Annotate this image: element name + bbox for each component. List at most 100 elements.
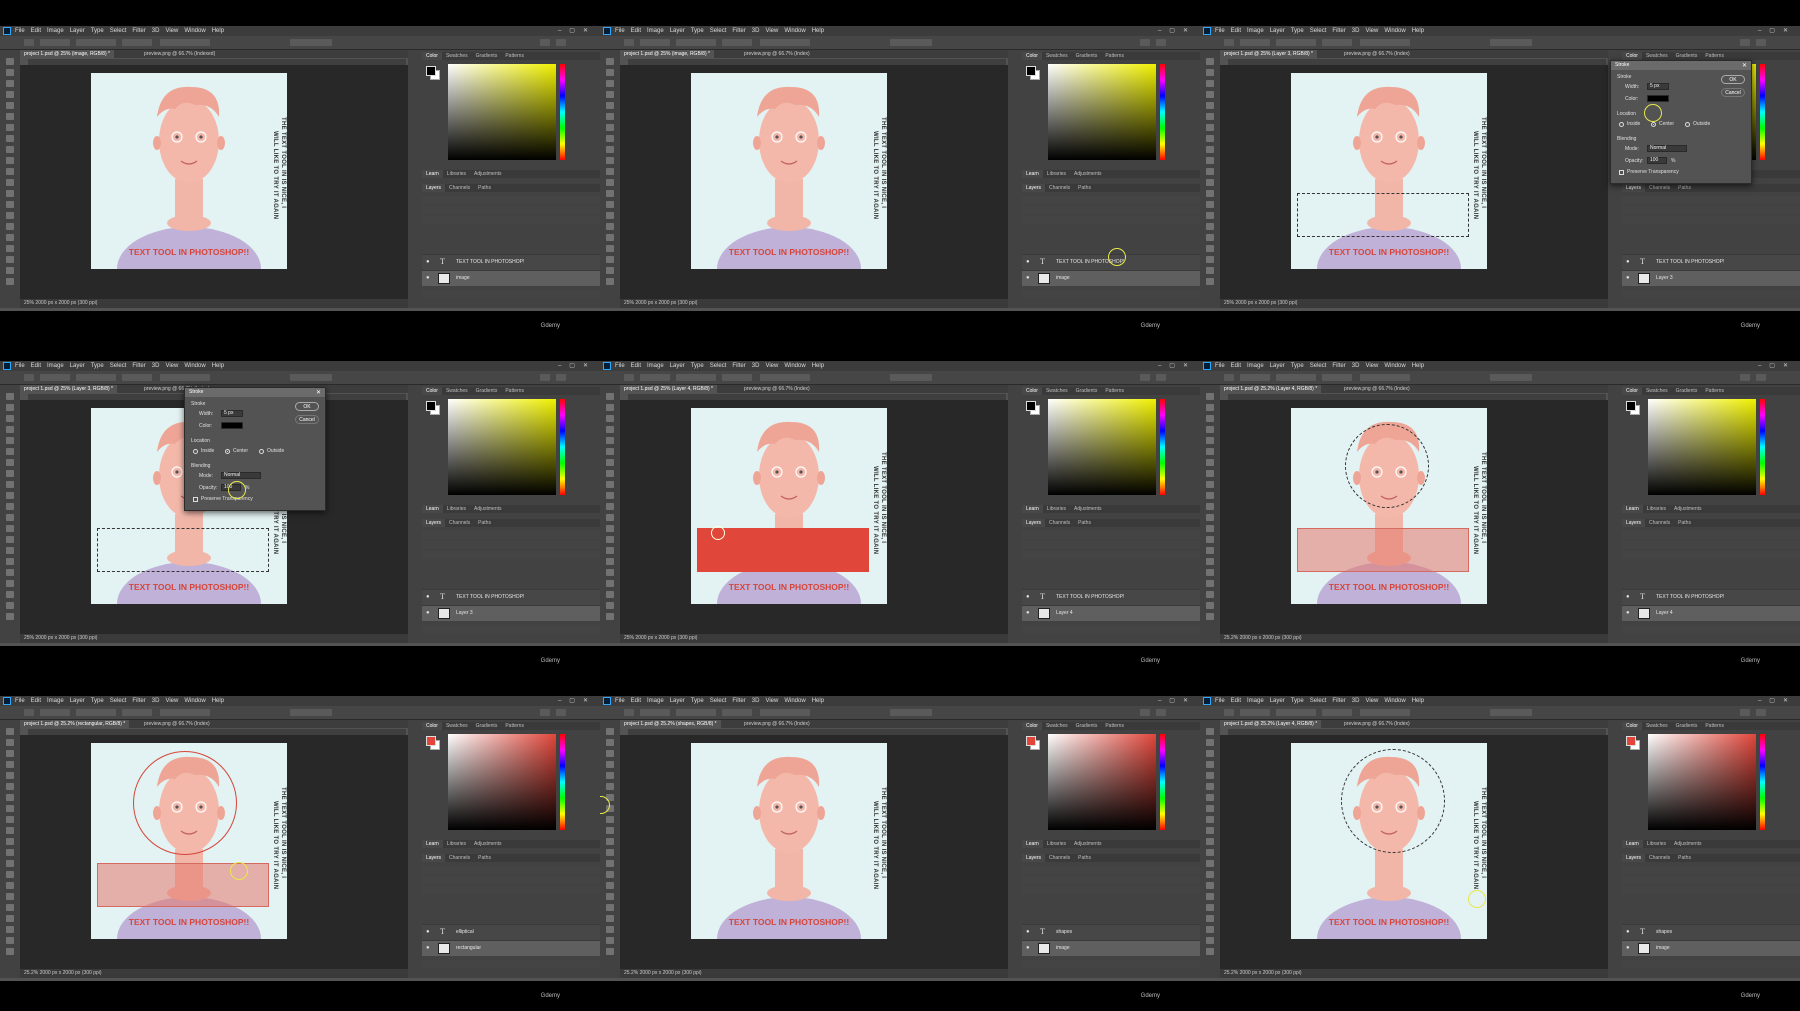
menu-layer[interactable]: Layer: [70, 26, 85, 36]
tool-icon[interactable]: [606, 547, 614, 554]
tab-channels[interactable]: Channels: [1045, 184, 1074, 192]
menu-view[interactable]: View: [165, 696, 178, 706]
hue-slider[interactable]: [1760, 399, 1765, 495]
tool-icon[interactable]: [6, 591, 14, 598]
tool-icon[interactable]: [1206, 393, 1214, 400]
tool-option[interactable]: [760, 39, 810, 46]
tool-icon[interactable]: [1206, 816, 1214, 823]
tool-option[interactable]: [640, 374, 670, 381]
tool-icon[interactable]: [606, 437, 614, 444]
tab-libraries[interactable]: Libraries: [1643, 505, 1670, 513]
tool-icon[interactable]: [606, 871, 614, 878]
tool-icon[interactable]: [606, 904, 614, 911]
tool-icon[interactable]: [1206, 503, 1214, 510]
tool-icon[interactable]: [606, 426, 614, 433]
lock-bar[interactable]: [1022, 886, 1200, 894]
color-picker-field[interactable]: [1048, 734, 1156, 830]
menu-view[interactable]: View: [1365, 26, 1378, 36]
tab-color[interactable]: Color: [422, 722, 442, 730]
tool-icon[interactable]: [1206, 146, 1214, 153]
tool-icon[interactable]: [606, 492, 614, 499]
layer-row-top[interactable]: ● T TEXT TOOL IN PHOTOSHOP!: [1622, 589, 1800, 605]
tool-icon[interactable]: [1206, 201, 1214, 208]
tool-option[interactable]: [722, 374, 752, 381]
tool-icon[interactable]: [1206, 190, 1214, 197]
search-icon[interactable]: [1140, 39, 1150, 46]
tool-icon[interactable]: [606, 558, 614, 565]
visibility-eye-icon[interactable]: ●: [1626, 945, 1630, 951]
tab-preview[interactable]: preview.png @ 66.7% (Indexed): [140, 50, 219, 58]
visibility-eye-icon[interactable]: ●: [426, 275, 430, 281]
layer-filter-bar[interactable]: [422, 531, 600, 539]
tool-icon[interactable]: [606, 470, 614, 477]
tool-icon[interactable]: [606, 91, 614, 98]
foreground-color-swatch[interactable]: [1026, 401, 1036, 411]
layer-filter-bar[interactable]: [1022, 531, 1200, 539]
menu-file[interactable]: File: [615, 696, 625, 706]
tab-adjustments[interactable]: Adjustments: [1670, 505, 1706, 513]
tool-icon[interactable]: [606, 278, 614, 285]
menu-view[interactable]: View: [765, 26, 778, 36]
menu-filter[interactable]: Filter: [732, 26, 745, 36]
tab-channels[interactable]: Channels: [445, 184, 474, 192]
menu-3d[interactable]: 3D: [152, 696, 160, 706]
tab-paths[interactable]: Paths: [474, 184, 495, 192]
tool-icon[interactable]: [1206, 157, 1214, 164]
tab-project[interactable]: project 1.psd @ 25% (Layer 4, RGB/8) *: [620, 385, 718, 393]
tool-icon[interactable]: [606, 750, 614, 757]
radio-center[interactable]: [225, 449, 230, 454]
menu-edit[interactable]: Edit: [631, 361, 641, 371]
color-picker-field[interactable]: [1048, 399, 1156, 495]
tab-preview[interactable]: preview.png @ 66.7% (Index): [740, 50, 814, 58]
menu-image[interactable]: Image: [47, 361, 64, 371]
tab-learn[interactable]: Learn: [1022, 840, 1043, 848]
layer-row-top[interactable]: ● T TEXT TOOL IN PHOTOSHOP!: [1022, 589, 1200, 605]
menu-view[interactable]: View: [765, 696, 778, 706]
layer-row-bottom[interactable]: ● Layer 4: [1022, 605, 1200, 621]
tab-learn[interactable]: Learn: [422, 170, 443, 178]
search-icon[interactable]: [1140, 709, 1150, 716]
menu-edit[interactable]: Edit: [1231, 361, 1241, 371]
home-icon[interactable]: [1224, 39, 1234, 46]
tool-icon[interactable]: [6, 404, 14, 411]
tool-icon[interactable]: [606, 102, 614, 109]
tool-icon[interactable]: [6, 234, 14, 241]
tab-channels[interactable]: Channels: [1045, 854, 1074, 862]
tool-icon[interactable]: [1206, 448, 1214, 455]
tool-icon[interactable]: [6, 849, 14, 856]
cancel-button[interactable]: Cancel: [1721, 88, 1745, 97]
tool-icon[interactable]: [606, 926, 614, 933]
home-icon[interactable]: [24, 709, 34, 716]
menu-3d[interactable]: 3D: [752, 696, 760, 706]
tab-swatches[interactable]: Swatches: [442, 52, 472, 60]
tab-gradients[interactable]: Gradients: [1672, 722, 1702, 730]
tab-project[interactable]: project 1.psd @ 25.2% (Layer 4, RGB/8) *: [1220, 720, 1322, 728]
visibility-eye-icon[interactable]: ●: [426, 929, 430, 935]
tool-icon[interactable]: [1206, 113, 1214, 120]
tool-icon[interactable]: [6, 179, 14, 186]
layer-filter-bar[interactable]: [1622, 531, 1800, 539]
tool-icon[interactable]: [606, 580, 614, 587]
tool-option[interactable]: [160, 39, 210, 46]
layer-filter-bar[interactable]: [422, 196, 600, 204]
tab-patterns[interactable]: Patterns: [1101, 722, 1128, 730]
tool-icon[interactable]: [1206, 750, 1214, 757]
tool-icon[interactable]: [606, 223, 614, 230]
search-icon[interactable]: [540, 374, 550, 381]
tool-icon[interactable]: [606, 113, 614, 120]
menu-view[interactable]: View: [765, 361, 778, 371]
menu-type[interactable]: Type: [91, 361, 104, 371]
tool-icon[interactable]: [6, 278, 14, 285]
tool-icon[interactable]: [6, 437, 14, 444]
layer-row-top[interactable]: ● T TEXT TOOL IN PHOTOSHOP!: [422, 254, 600, 270]
menu-filter[interactable]: Filter: [1332, 361, 1345, 371]
tab-preview[interactable]: preview.png @ 66.7% (Index): [1340, 50, 1414, 58]
layer-actions-bar[interactable]: [1622, 625, 1800, 633]
hue-slider[interactable]: [560, 734, 565, 830]
menu-file[interactable]: File: [1215, 26, 1225, 36]
tool-icon[interactable]: [606, 525, 614, 532]
radio-outside[interactable]: [1685, 122, 1690, 127]
tool-icon[interactable]: [1206, 926, 1214, 933]
document-canvas[interactable]: THE TEXT TOOL IN IS NICE, I WILL LIKE TO…: [1291, 73, 1487, 269]
tool-icon[interactable]: [1206, 783, 1214, 790]
